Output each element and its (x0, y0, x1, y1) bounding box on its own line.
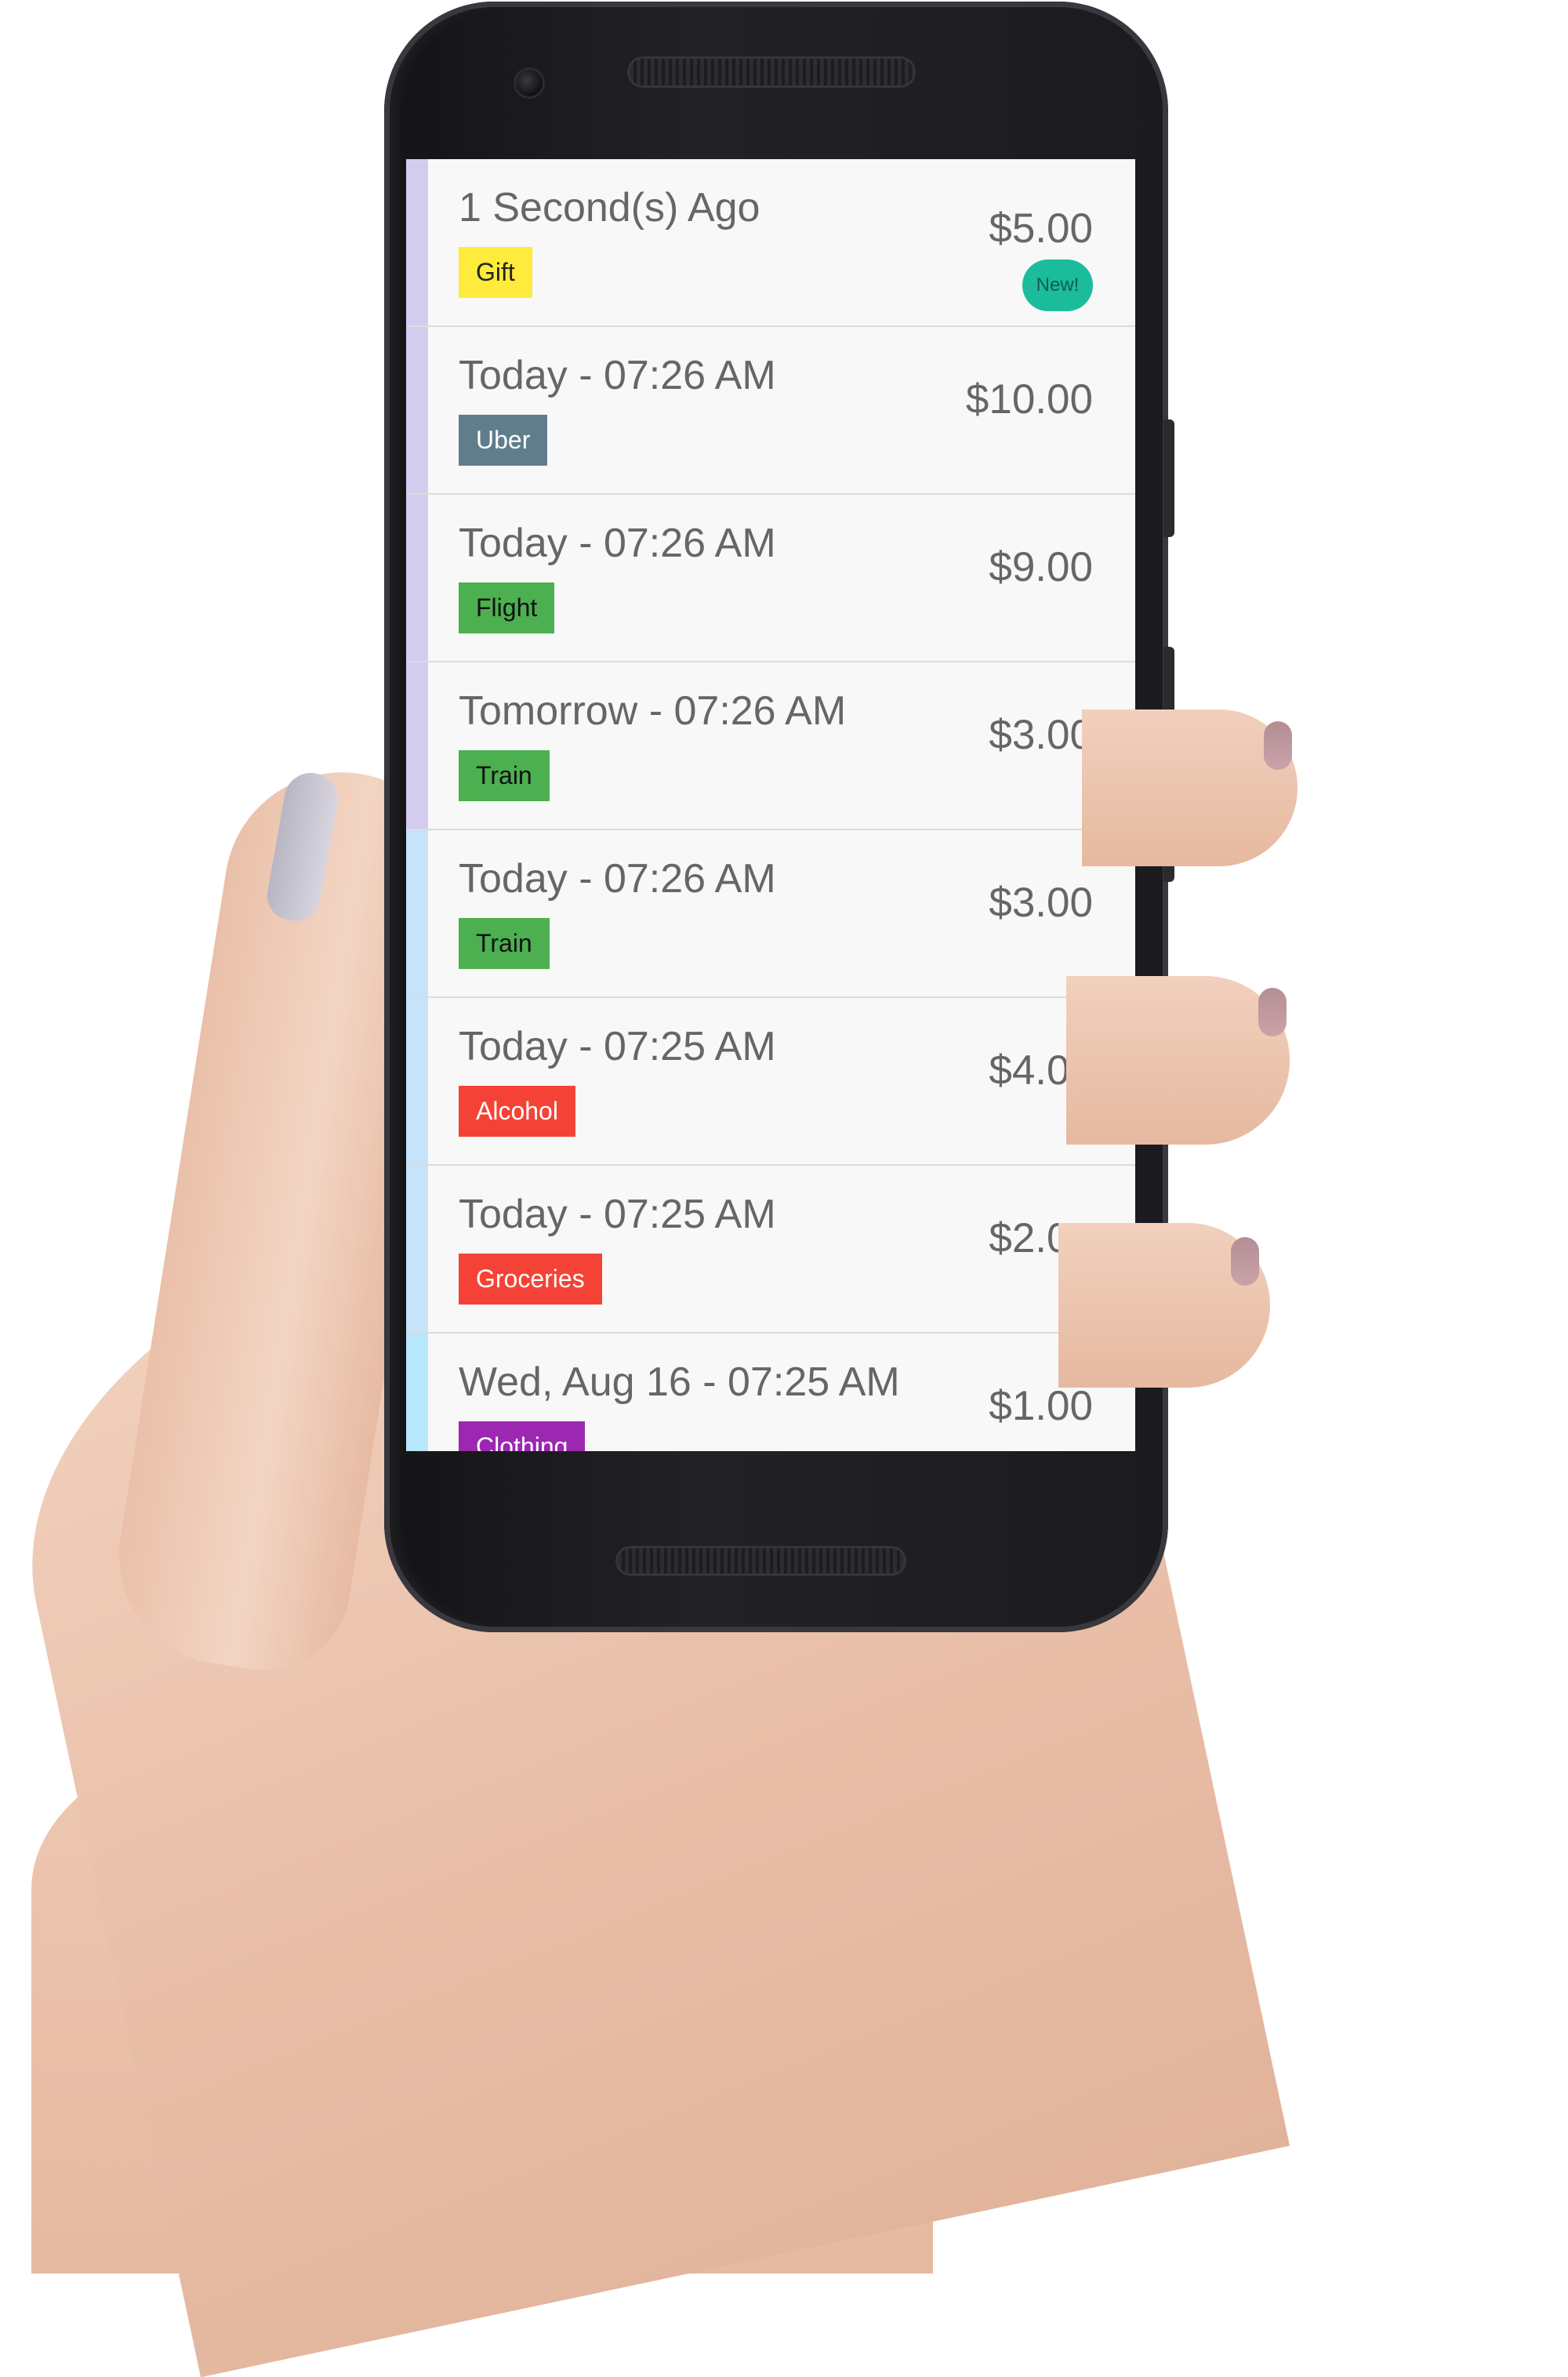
transaction-amount: $5.00 (989, 205, 1093, 252)
transaction-row[interactable]: Today - 07:25 AM Alcohol $4.00 (406, 998, 1135, 1166)
transaction-amount: $1.00 (989, 1383, 1093, 1429)
row-accent-bar (406, 998, 428, 1164)
transaction-row[interactable]: Today - 07:26 AM Flight $9.00 (406, 495, 1135, 662)
category-tag: Groceries (459, 1254, 602, 1305)
transaction-row[interactable]: 1 Second(s) Ago Gift $5.00 New! (406, 159, 1135, 327)
transaction-time: Today - 07:25 AM (459, 1192, 776, 1237)
category-tag: Clothing (459, 1421, 586, 1451)
category-tag: Train (459, 750, 550, 801)
transaction-row[interactable]: Today - 07:26 AM Train $3.00 (406, 830, 1135, 998)
transaction-amount: $3.00 (989, 712, 1093, 758)
middle-finger (1066, 976, 1290, 1145)
transaction-time: Today - 07:25 AM (459, 1024, 776, 1069)
transaction-time: 1 Second(s) Ago (459, 185, 760, 230)
row-accent-bar (406, 495, 428, 661)
transaction-time: Today - 07:26 AM (459, 856, 776, 902)
transaction-time: Wed, Aug 16 - 07:25 AM (459, 1359, 900, 1405)
category-tag: Uber (459, 415, 548, 466)
row-accent-bar (406, 327, 428, 493)
transaction-amount: $9.00 (989, 544, 1093, 590)
index-fingernail (1264, 721, 1292, 770)
category-tag: Flight (459, 582, 555, 633)
transaction-amount: $10.00 (965, 376, 1093, 423)
row-accent-bar (406, 830, 428, 996)
transaction-row[interactable]: Today - 07:25 AM Groceries $2.00 (406, 1166, 1135, 1334)
front-camera-icon (514, 67, 545, 99)
transaction-time: Today - 07:26 AM (459, 521, 776, 566)
transaction-row[interactable]: Tomorrow - 07:26 AM Train $3.00 (406, 662, 1135, 830)
transaction-row[interactable]: Wed, Aug 16 - 07:25 AM Clothing $1.00 (406, 1334, 1135, 1451)
new-badge: New! (1022, 259, 1093, 311)
phone-screen: 1 Second(s) Ago Gift $5.00 New! Today - … (406, 159, 1135, 1451)
row-accent-bar (406, 662, 428, 829)
category-tag: Gift (459, 247, 532, 298)
row-accent-bar (406, 1166, 428, 1332)
transaction-time: Tomorrow - 07:26 AM (459, 688, 847, 734)
transaction-amount: $3.00 (989, 880, 1093, 926)
category-tag: Train (459, 918, 550, 969)
transaction-list[interactable]: 1 Second(s) Ago Gift $5.00 New! Today - … (406, 159, 1135, 1451)
row-accent-bar (406, 159, 428, 325)
transaction-time: Today - 07:26 AM (459, 353, 776, 398)
row-accent-bar (406, 1334, 428, 1451)
transaction-row[interactable]: Today - 07:26 AM Uber $10.00 (406, 327, 1135, 495)
ring-fingernail (1231, 1237, 1259, 1286)
category-tag: Alcohol (459, 1086, 575, 1137)
bottom-speaker (615, 1546, 906, 1576)
earpiece-speaker (627, 56, 916, 88)
power-button[interactable] (1163, 419, 1174, 537)
middle-fingernail (1258, 988, 1287, 1036)
